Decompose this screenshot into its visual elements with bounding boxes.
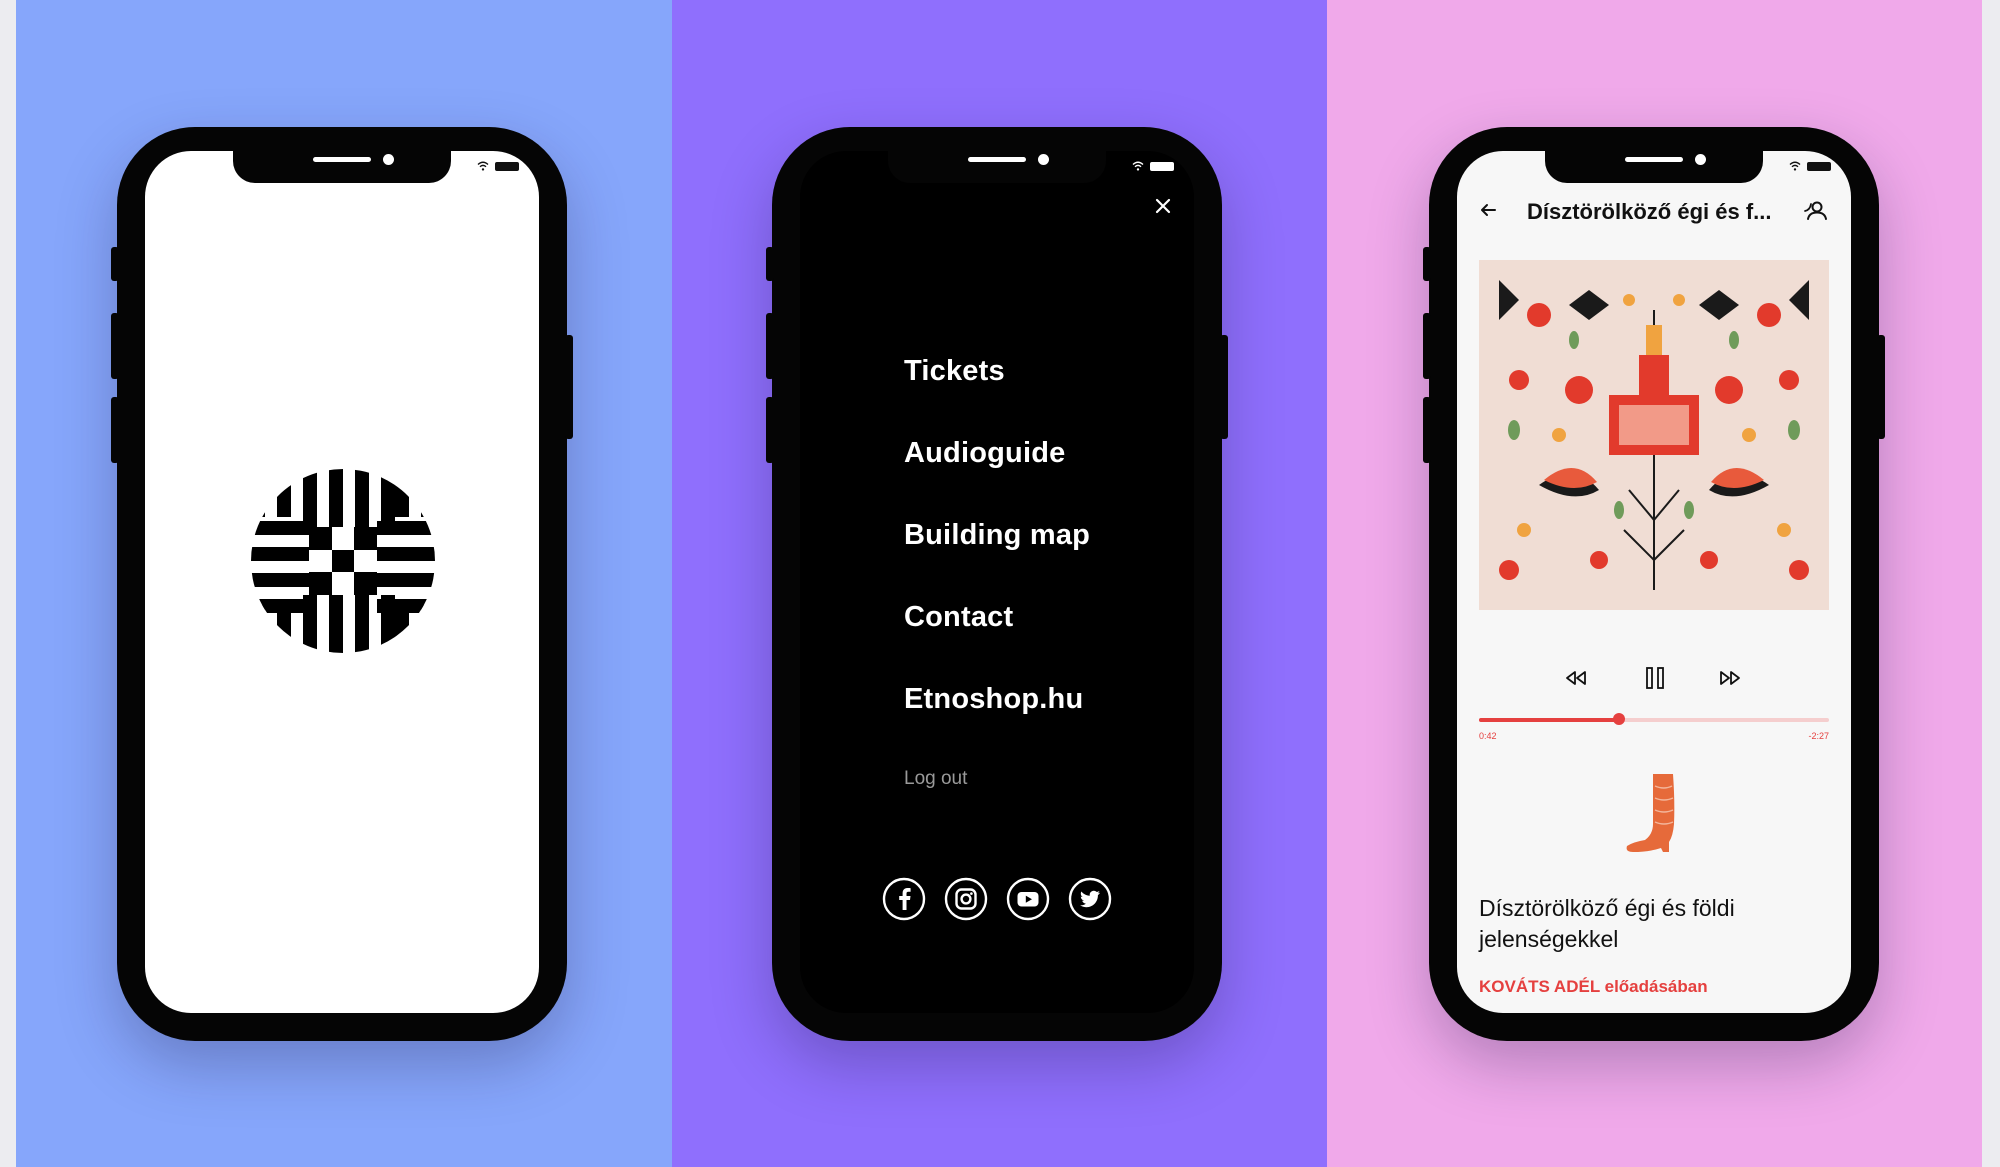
player-header: Dísztörölköző égi és f... bbox=[1457, 189, 1851, 233]
background-panel-pink: Dísztörölköző égi és f... 0:42 -2:27 Dís… bbox=[1327, 0, 1982, 1167]
battery-icon bbox=[1150, 161, 1174, 171]
wifi-icon bbox=[477, 161, 489, 171]
splash-screen bbox=[145, 151, 539, 1013]
arrow-left-icon[interactable] bbox=[1479, 201, 1497, 219]
playback-controls bbox=[1457, 663, 1851, 693]
pause-icon[interactable] bbox=[1642, 663, 1668, 693]
battery-icon bbox=[495, 161, 519, 171]
boot-icon bbox=[1626, 774, 1675, 852]
progress-knob[interactable] bbox=[1613, 713, 1625, 725]
wifi-icon bbox=[1132, 161, 1144, 171]
background-panel-purple: Tickets Audioguide Building map Contact … bbox=[672, 0, 1327, 1167]
progress-fill bbox=[1479, 718, 1619, 722]
ethnographic-museum-logo-icon bbox=[251, 469, 435, 653]
phone-frame: Tickets Audioguide Building map Contact … bbox=[766, 127, 1228, 1041]
battery-icon bbox=[1807, 161, 1831, 171]
twitter-icon[interactable] bbox=[1068, 877, 1112, 921]
background-panel-blue bbox=[16, 0, 672, 1167]
social-links bbox=[882, 877, 1112, 921]
close-icon[interactable] bbox=[1154, 197, 1172, 215]
youtube-icon[interactable] bbox=[1006, 877, 1050, 921]
phone-frame: Dísztörölköző égi és f... 0:42 -2:27 Dís… bbox=[1423, 127, 1885, 1041]
menu-screen: Tickets Audioguide Building map Contact … bbox=[800, 151, 1194, 1013]
notch bbox=[233, 151, 451, 183]
elapsed-time: 0:42 bbox=[1479, 731, 1497, 741]
status-bar bbox=[1132, 161, 1174, 171]
notch bbox=[888, 151, 1106, 183]
page-title: Dísztörölköző égi és f... bbox=[1527, 199, 1772, 224]
performer-credit: KOVÁTS ADÉL előadásában bbox=[1479, 977, 1708, 996]
remaining-time: -2:27 bbox=[1808, 731, 1829, 741]
rewind-icon[interactable] bbox=[1561, 663, 1591, 693]
embroidered-towel-image bbox=[1479, 260, 1829, 610]
phone-frame bbox=[111, 127, 573, 1041]
menu-item-contact[interactable]: Contact bbox=[904, 600, 1090, 682]
status-bar bbox=[477, 161, 519, 171]
wifi-icon bbox=[1789, 161, 1801, 171]
track-title: Dísztörölköző égi és földi jelenségekkel bbox=[1479, 895, 1735, 952]
audioguide-player-screen: Dísztörölköző égi és f... 0:42 -2:27 Dís… bbox=[1457, 151, 1851, 1013]
status-bar bbox=[1789, 161, 1831, 171]
fast-forward-icon[interactable] bbox=[1715, 663, 1745, 693]
logout-link[interactable]: Log out bbox=[904, 768, 967, 790]
menu-item-tickets[interactable]: Tickets bbox=[904, 354, 1090, 436]
facebook-icon[interactable] bbox=[882, 877, 926, 921]
menu-item-audioguide[interactable]: Audioguide bbox=[904, 436, 1090, 518]
menu-item-etnoshop[interactable]: Etnoshop.hu bbox=[904, 682, 1090, 764]
instagram-icon[interactable] bbox=[944, 877, 988, 921]
main-menu: Tickets Audioguide Building map Contact … bbox=[904, 354, 1090, 764]
progress-bar[interactable] bbox=[1479, 713, 1829, 725]
notch bbox=[1545, 151, 1763, 183]
share-icon[interactable] bbox=[1803, 199, 1829, 223]
menu-item-building-map[interactable]: Building map bbox=[904, 518, 1090, 600]
